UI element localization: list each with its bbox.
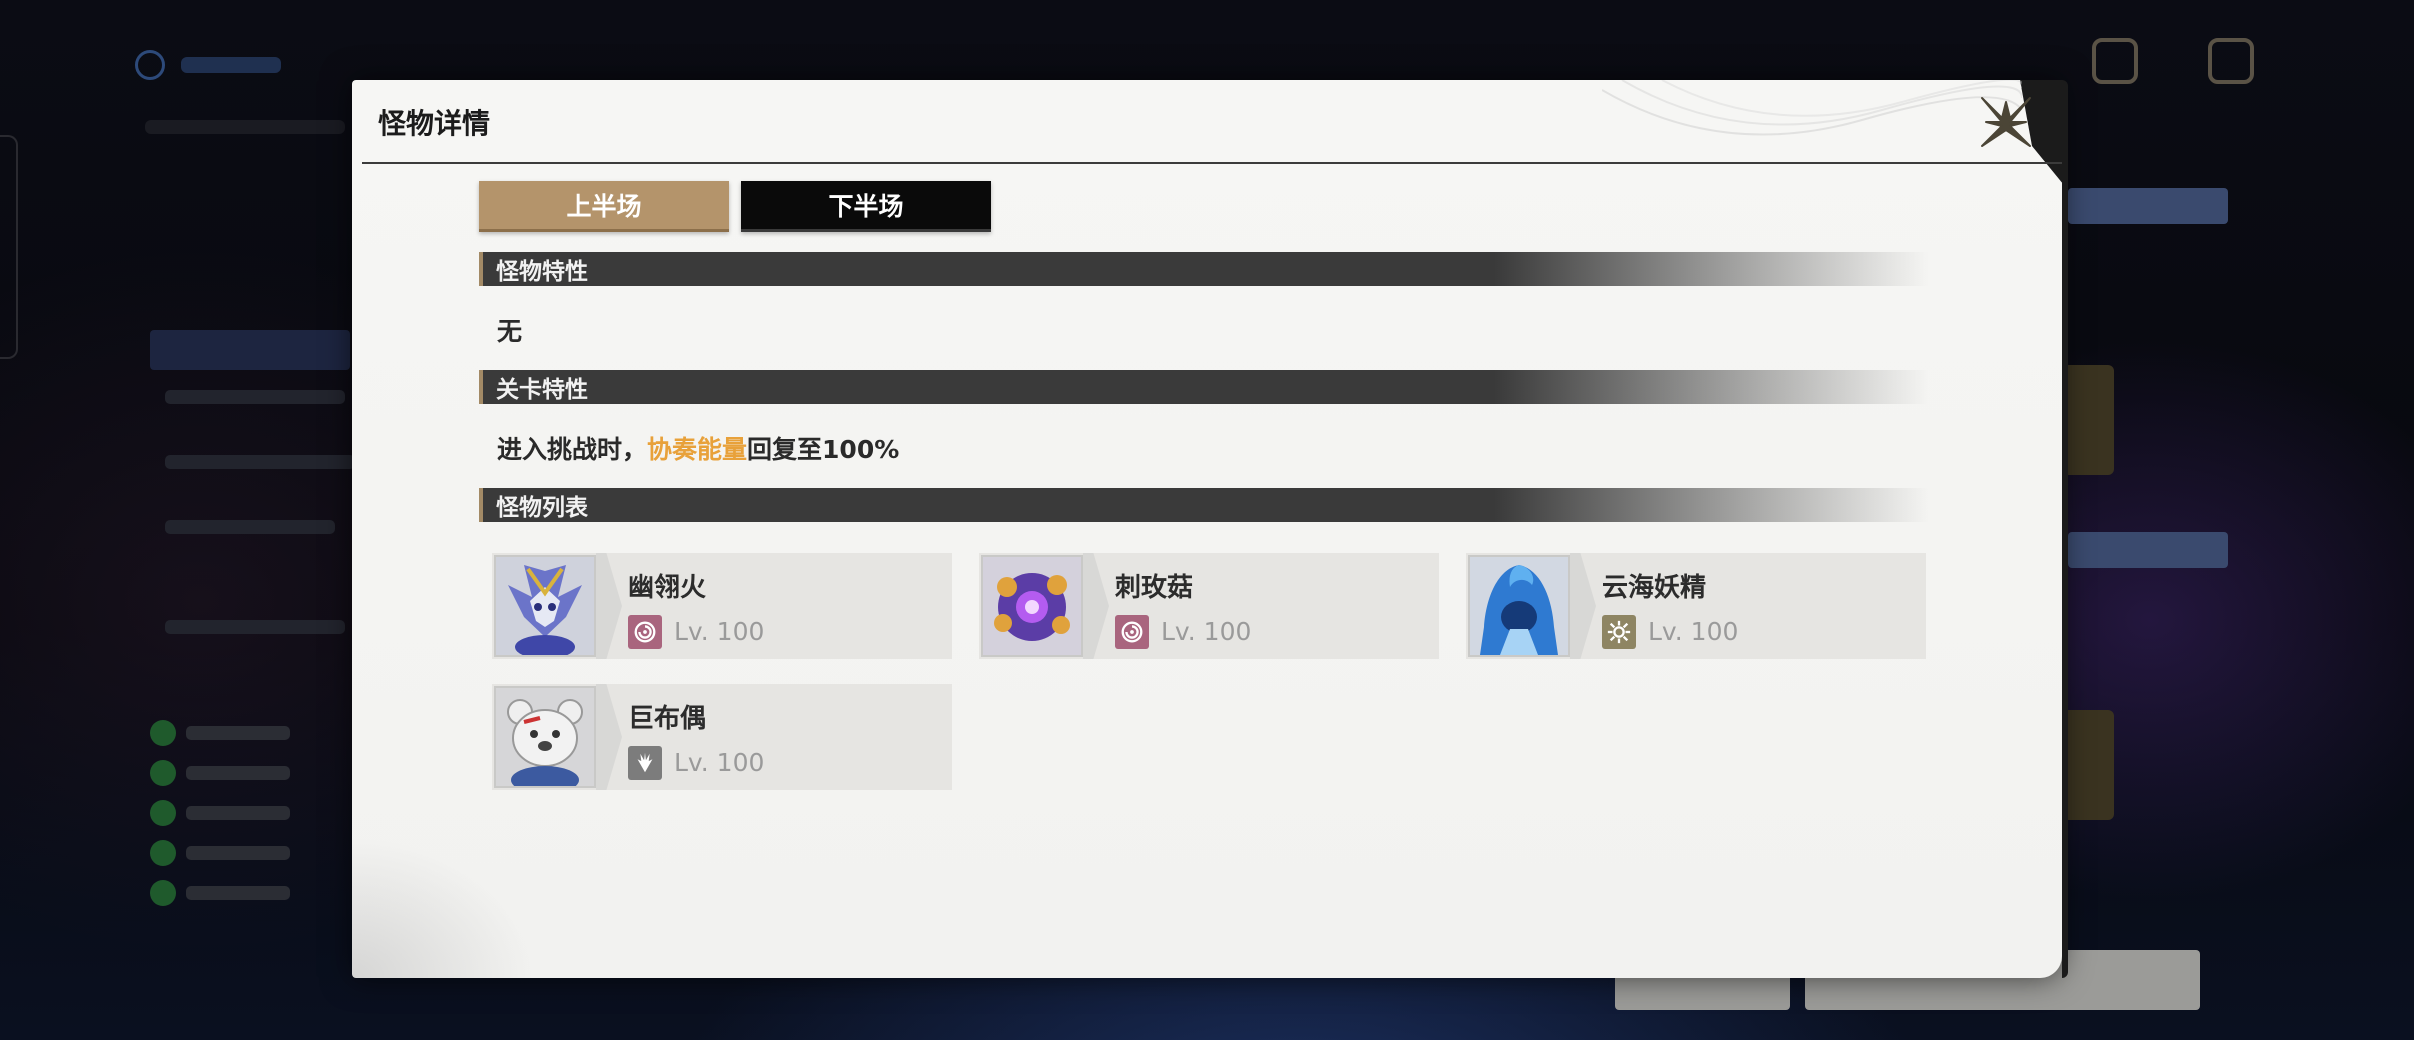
background-panel [150,330,350,370]
stage-trait-text-prefix: 进入挑战时， [497,435,648,464]
background-checklist-item [150,720,290,746]
background-text-line [165,520,335,534]
dialog-edge [2062,140,2068,978]
tab-second-half[interactable]: 下半场 [741,181,991,232]
spectro-sun-icon [1602,615,1636,649]
monster-portrait [494,686,596,788]
section-title: 怪物列表 [496,495,588,521]
portrait-divider [1083,553,1109,659]
portrait-divider [596,553,622,659]
tab-first-half[interactable]: 上半场 [479,181,729,232]
monster-card[interactable]: 巨布偶 Lv. 100 [492,684,952,790]
monster-detail-dialog: 怪物详情 上半场 下半场 怪物特性 无 关卡特性 进入挑战时，协奏能量回复至10… [352,80,2068,978]
monster-traits-header: 怪物特性 [479,252,1929,286]
dialog-header: 怪物详情 [362,80,2062,164]
background-location [145,120,345,134]
stage-traits-text: 进入挑战时，协奏能量回复至100% [497,430,899,466]
background-right-pill [2068,188,2228,224]
monster-portrait [494,555,596,657]
monster-name: 云海妖精 [1602,573,1707,603]
monster-portrait [1468,555,1570,657]
concerto-energy-keyword: 协奏能量 [647,435,748,464]
monster-card[interactable]: 云海妖精 Lv. 100 [1466,553,1926,659]
section-title: 怪物特性 [496,259,588,285]
monster-portrait [981,555,1083,657]
monster-card[interactable]: 刺玫菇 Lv. 100 [979,553,1439,659]
background-text-line [165,620,345,634]
background-checklist-item [150,760,290,786]
background-text-line [165,455,355,469]
header-wave-decoration [1602,80,2022,136]
stage-trait-text-suffix: 回复至100% [747,435,900,464]
section-title: 关卡特性 [496,377,588,403]
background-top-icons [2092,38,2254,84]
monster-level: Lv. 100 [1648,617,1739,646]
monster-name: 幽翎火 [628,573,707,603]
dialog-title: 怪物详情 [378,107,491,140]
monster-level: Lv. 100 [1161,617,1252,646]
monster-name: 巨布偶 [628,704,707,734]
stage-traits-header: 关卡特性 [479,370,1929,404]
aero-swirl-icon [628,615,662,649]
portrait-divider [1570,553,1596,659]
background-checklist-item [150,880,290,906]
close-icon[interactable] [1978,94,2034,150]
monster-list-header: 怪物列表 [479,488,1929,522]
havoc-claw-icon [628,746,662,780]
monster-card[interactable]: 幽翎火 Lv. 100 [492,553,952,659]
portrait-divider [596,684,622,790]
monster-traits-text: 无 [497,317,523,346]
background-checklist-item [150,840,290,866]
background-header [135,50,281,80]
aero-swirl-icon [1115,615,1149,649]
monster-name: 刺玫菇 [1115,573,1194,603]
background-checklist-item [150,800,290,826]
monster-level: Lv. 100 [674,617,765,646]
background-right-pill [2068,532,2228,568]
background-side-handle [0,135,18,359]
monster-level: Lv. 100 [674,748,765,777]
background-text-line [165,390,345,404]
